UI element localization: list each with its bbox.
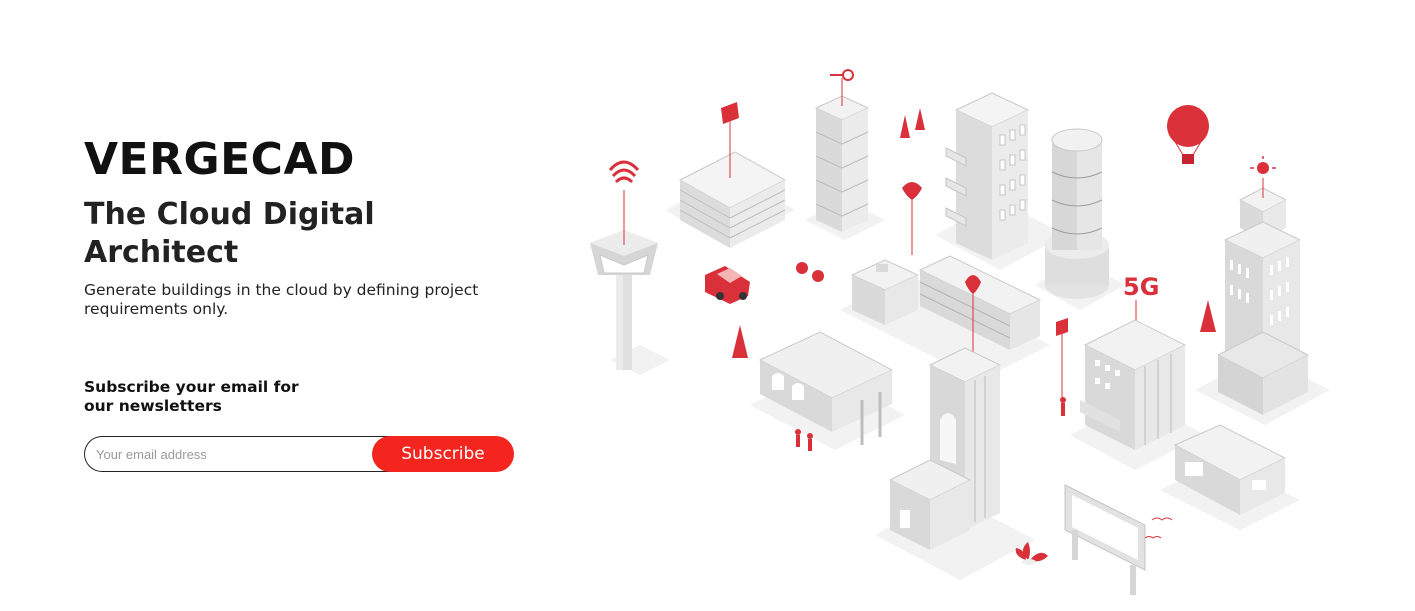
- newsletter-form: Subscribe: [84, 436, 514, 472]
- central-tower: [888, 347, 1002, 550]
- subscribe-button[interactable]: Subscribe: [372, 436, 514, 472]
- red-car: [705, 266, 750, 304]
- billboard: [1064, 484, 1173, 595]
- control-tower: [590, 160, 658, 370]
- apartment-tower: [945, 92, 1030, 260]
- person-with-flag: [1056, 318, 1068, 416]
- email-input[interactable]: [84, 436, 396, 472]
- brand-title: VERGECAD: [84, 134, 356, 185]
- hero-description: Generate buildings in the cloud by defin…: [84, 281, 479, 319]
- striped-tower: [814, 69, 870, 232]
- office-block: [678, 102, 787, 248]
- tagline: The Cloud Digital Architect: [84, 197, 375, 270]
- hero-section: VERGECAD The Cloud Digital Architect Gen…: [84, 134, 524, 319]
- landing-page: VERGECAD The Cloud Digital Architect Gen…: [0, 0, 1415, 611]
- 5g-label: 5G: [1123, 273, 1159, 301]
- tall-office-tower: [1216, 156, 1310, 415]
- hot-air-balloon: [1167, 105, 1209, 164]
- isometric-city-illustration: 5G: [590, 69, 1330, 595]
- map-pin: [902, 182, 922, 255]
- cylinder-tower: [1045, 128, 1109, 299]
- newsletter-heading: Subscribe your email for our newsletters: [84, 378, 299, 416]
